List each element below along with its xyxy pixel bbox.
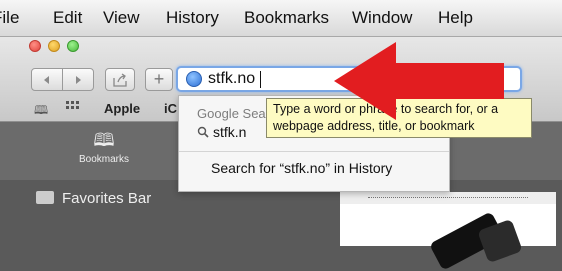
share-icon [113,72,127,87]
dropdown-divider [179,151,449,152]
grid-icon[interactable] [66,101,80,113]
forward-button[interactable] [62,68,94,91]
menu-view[interactable]: View [103,8,140,28]
red-arrow-annotation [334,42,504,120]
plus-icon: + [153,69,165,89]
favorites-bar-folder[interactable]: Favorites Bar [36,190,151,207]
menu-file[interactable]: File [0,8,19,28]
chevron-left-icon [44,75,49,84]
open-book-icon[interactable]: 🕮 [34,101,48,122]
favorites-label: Favorites Bar [62,190,152,207]
bookmark-icloud[interactable]: iC [164,101,177,116]
new-tab-button[interactable]: + [145,68,173,91]
zoom-window-button[interactable] [67,40,79,52]
close-window-button[interactable] [29,40,41,52]
menu-history[interactable]: History [166,8,219,28]
bookmarks-tab[interactable]: 🕮 Bookmarks [68,130,140,165]
address-input[interactable]: stfk.no [208,70,255,88]
preview-nav-items [368,197,528,199]
share-button[interactable] [105,68,135,91]
minimize-window-button[interactable] [48,40,60,52]
menu-bar: File Edit View History Bookmarks Window … [0,0,562,37]
book-icon: 🕮 [93,130,115,150]
folder-icon [36,191,54,204]
search-suggestion-text: stfk.n [213,124,247,140]
google-search-header: Google Sea [197,106,266,121]
search-suggestion[interactable]: stfk.n [197,124,246,140]
bookmark-apple[interactable]: Apple [104,101,140,116]
menu-bookmarks[interactable]: Bookmarks [244,8,329,28]
search-icon [197,126,209,138]
back-button[interactable] [31,68,63,91]
menu-window[interactable]: Window [352,8,412,28]
menu-help[interactable]: Help [438,8,473,28]
page-preview-thumbnail[interactable] [340,192,556,271]
bookmarks-tab-label: Bookmarks [78,154,129,165]
text-caret [260,71,261,88]
menu-edit[interactable]: Edit [53,8,82,28]
globe-icon [186,71,202,87]
search-history-item[interactable]: Search for “stfk.no” in History [211,160,392,176]
chevron-right-icon [76,75,81,84]
